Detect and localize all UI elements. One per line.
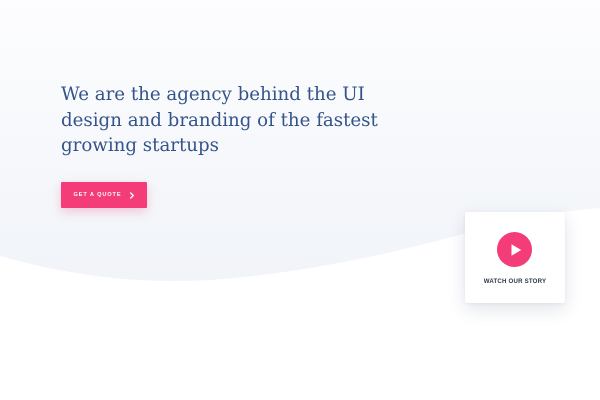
watch-our-story-card[interactable]: WATCH OUR STORY	[465, 212, 565, 303]
landing-page: We are the agency behind the UI design a…	[0, 0, 600, 400]
get-a-quote-label: GET A QUOTE	[73, 192, 122, 198]
play-button[interactable]	[497, 232, 532, 267]
hero-headline: We are the agency behind the UI design a…	[61, 84, 378, 156]
watch-our-story-label: WATCH OUR STORY	[483, 278, 547, 285]
chevron-right-icon	[129, 191, 135, 199]
play-icon	[509, 243, 523, 257]
get-a-quote-button[interactable]: GET A QUOTE	[61, 182, 147, 208]
